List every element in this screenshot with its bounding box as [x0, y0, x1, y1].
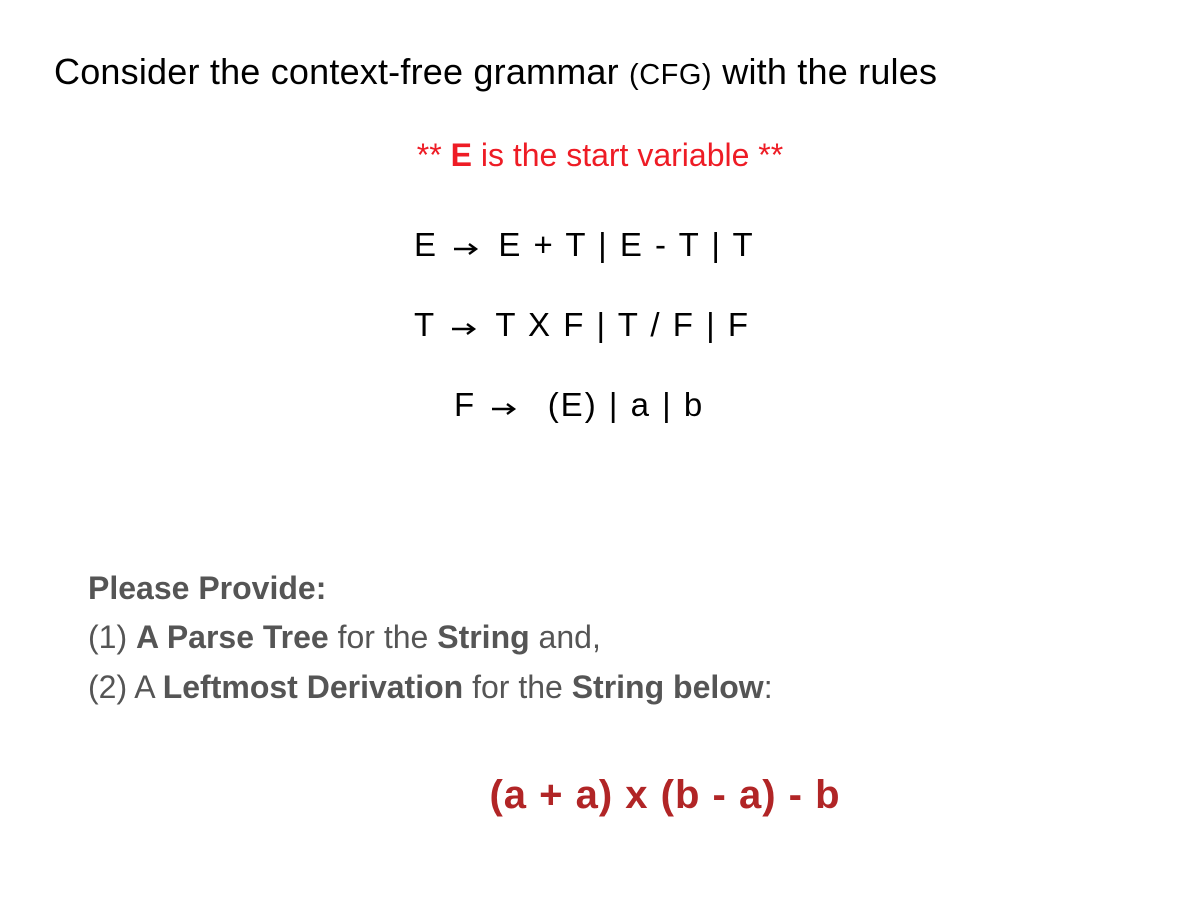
rule1-rhs: E + T | E - T | T	[498, 226, 754, 263]
arrow-icon	[453, 206, 481, 284]
grammar-rule-1: E E + T | E - T | T	[54, 206, 1146, 286]
note-prefix: **	[417, 137, 451, 173]
grammar-rule-3: F (E) | a | b	[54, 366, 1146, 446]
task2-tail: :	[764, 669, 773, 705]
task-list: Please Provide: (1) A Parse Tree for the…	[54, 564, 1146, 713]
task1-mid: for the	[329, 619, 438, 655]
task2-b1: Leftmost Derivation	[163, 669, 463, 705]
grammar-rules: E E + T | E - T | T T T X F | T / F | F …	[54, 206, 1146, 446]
headline-abbr: (CFG)	[629, 59, 712, 91]
rule2-rhs: T X F | T / F | F	[495, 306, 750, 343]
rule2-lhs: T	[414, 306, 436, 343]
headline-post: with the rules	[712, 51, 937, 92]
task1-num: (1)	[88, 619, 136, 655]
target-string: (a + a) x (b - a) - b	[54, 773, 1146, 818]
grammar-rule-2: T T X F | T / F | F	[54, 286, 1146, 366]
rule1-lhs: E	[414, 226, 438, 263]
headline: Consider the context-free grammar (CFG) …	[54, 48, 1146, 97]
arrow-icon	[491, 366, 519, 444]
rule3-lhs: F	[454, 386, 476, 423]
rule3-rhs: (E) | a | b	[548, 386, 705, 423]
task1-b1: A Parse Tree	[136, 619, 329, 655]
task1-tail: and,	[530, 619, 601, 655]
tasks-lead: Please Provide:	[88, 564, 1146, 614]
slide: Consider the context-free grammar (CFG) …	[0, 0, 1200, 924]
task-item-2: (2) A Leftmost Derivation for the String…	[88, 663, 1146, 713]
headline-pre: Consider the context-free grammar	[54, 51, 629, 92]
task2-b2: String below	[572, 669, 764, 705]
task-item-1: (1) A Parse Tree for the String and,	[88, 613, 1146, 663]
task2-num: (2) A	[88, 669, 163, 705]
arrow-icon	[451, 286, 479, 364]
start-variable-note: ** E is the start variable **	[54, 137, 1146, 174]
note-rest: is the start variable **	[472, 137, 783, 173]
note-symbol: E	[451, 137, 472, 173]
task1-b2: String	[437, 619, 529, 655]
task2-mid: for the	[463, 669, 572, 705]
